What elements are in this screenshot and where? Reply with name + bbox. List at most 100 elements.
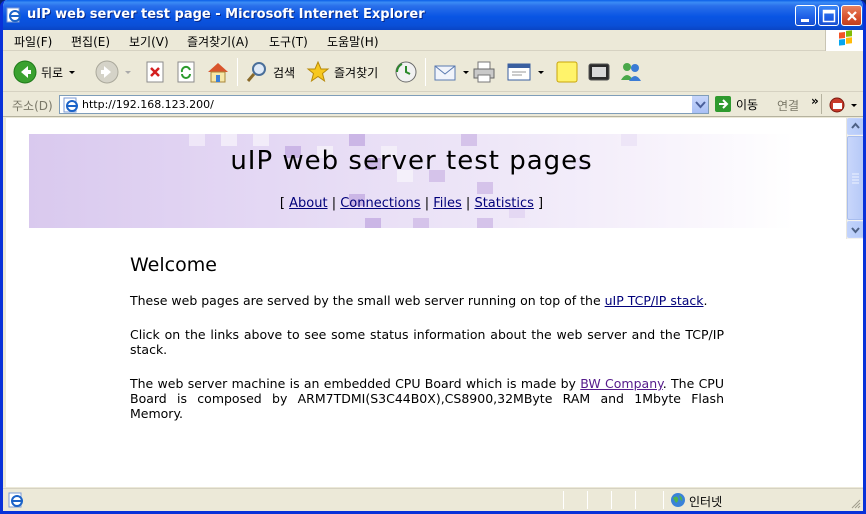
favorites-label: 즐겨찾기 (334, 65, 379, 80)
status-separator (563, 491, 564, 509)
menu-help[interactable]: 도움말(H) (327, 33, 379, 50)
mail-button[interactable] (433, 58, 469, 86)
mail-dropdown-icon[interactable] (463, 70, 469, 74)
menu-edit[interactable]: 편집(E) (71, 33, 110, 50)
print-button[interactable] (472, 58, 496, 86)
stop-button[interactable] (144, 58, 166, 86)
banner-pixel (461, 134, 477, 146)
title-bar[interactable]: uIP web server test page - Microsoft Int… (3, 0, 863, 30)
resize-grip-icon[interactable] (849, 497, 861, 509)
go-arrow-icon (715, 96, 731, 112)
ie-icon (6, 7, 21, 23)
address-url[interactable]: http://192.168.123.200/ (82, 98, 214, 111)
nav-separator: | (331, 196, 337, 211)
nav-bracket-close: ] (538, 196, 544, 211)
grip-icon (852, 173, 859, 184)
toolbar-separator (237, 58, 238, 86)
status-separator (663, 491, 664, 509)
chevron-up-icon (851, 122, 860, 129)
minimize-button[interactable] (795, 5, 816, 26)
window-title: uIP web server test page - Microsoft Int… (27, 7, 425, 22)
paragraph-board-info: The web server machine is an embedded CP… (130, 376, 724, 421)
scrollbar-gap (846, 239, 863, 487)
forward-button[interactable] (95, 58, 131, 86)
banner-pixel (477, 182, 493, 194)
banner-pixel (621, 134, 637, 146)
media-button[interactable] (587, 58, 611, 86)
address-label: 주소(D) (12, 99, 53, 113)
ie-page-icon (63, 97, 78, 113)
nav-link-connections[interactable]: Connections (340, 196, 420, 211)
scroll-up-button[interactable] (847, 118, 863, 135)
chevron-right-icon[interactable]: » (811, 94, 819, 108)
back-label: 뒤로 (41, 65, 64, 80)
refresh-icon (177, 61, 195, 83)
banner-pixel (365, 218, 381, 228)
note-icon (556, 61, 578, 83)
banner-pixel (253, 134, 269, 146)
favorites-button[interactable]: 즐겨찾기 (306, 58, 378, 86)
discuss-button[interactable] (555, 58, 579, 86)
status-separator (611, 491, 612, 509)
status-bar: 인터넷 (3, 488, 863, 511)
banner-pixel (221, 134, 237, 146)
home-icon (208, 63, 228, 83)
banner-pixel (413, 218, 429, 228)
scroll-thumb[interactable] (847, 136, 863, 220)
vertical-scrollbar[interactable] (846, 118, 863, 239)
minimize-icon (801, 19, 809, 22)
back-button[interactable]: 뒤로 (13, 58, 76, 86)
go-label: 이동 (736, 97, 759, 112)
edit-button[interactable] (506, 58, 544, 86)
status-separator (587, 491, 588, 509)
banner-pixel (349, 134, 365, 146)
nav-link-files[interactable]: Files (433, 196, 462, 211)
address-input[interactable]: http://192.168.123.200/ (59, 95, 709, 114)
go-button[interactable]: 이동 (714, 95, 758, 113)
search-button[interactable]: 검색 (245, 58, 295, 86)
banner-title: uIP web server test pages (230, 146, 593, 176)
refresh-button[interactable] (175, 58, 197, 86)
menu-file[interactable]: 파일(F) (14, 33, 52, 50)
maximize-button[interactable] (818, 5, 839, 26)
history-button[interactable] (394, 58, 418, 86)
close-button[interactable] (841, 5, 862, 26)
paragraph-links-info: Click on the links above to see some sta… (130, 327, 724, 357)
toolbar-addon-icon[interactable] (829, 96, 859, 114)
scroll-down-button[interactable] (847, 221, 863, 238)
standard-toolbar: 뒤로 검색 즐겨찾기 (3, 52, 863, 92)
menu-view[interactable]: 보기(V) (129, 33, 169, 50)
edit-page-icon (507, 63, 531, 81)
nav-links: [ About | Connections | Files | Statisti… (29, 196, 794, 211)
uip-stack-link[interactable]: uIP TCP/IP stack (605, 293, 704, 308)
menu-tools[interactable]: 도구(T) (269, 33, 308, 50)
address-bar: 주소(D) http://192.168.123.200/ 이동 연결 » (3, 93, 863, 117)
page-done-icon (8, 492, 23, 508)
chevron-down-icon (695, 101, 706, 109)
address-dropdown-button[interactable] (691, 96, 708, 113)
media-icon (588, 63, 610, 81)
messenger-button[interactable] (619, 58, 643, 86)
forward-arrow-icon (95, 60, 119, 84)
mail-icon (434, 65, 456, 81)
paragraph-text: . (703, 293, 708, 308)
home-button[interactable] (205, 58, 231, 86)
nav-link-statistics[interactable]: Statistics (474, 196, 533, 211)
bw-company-link[interactable]: BW Company (580, 376, 662, 391)
chevron-down-icon (851, 227, 860, 234)
stop-icon (146, 61, 164, 83)
forward-dropdown-icon[interactable] (125, 70, 131, 74)
page-content: Welcome These web pages are served by th… (130, 256, 724, 440)
back-dropdown-icon[interactable] (69, 70, 76, 74)
back-arrow-icon (13, 60, 37, 84)
favorites-star-icon (306, 60, 330, 83)
edit-dropdown-icon[interactable] (538, 70, 544, 74)
links-label[interactable]: 연결 (777, 97, 799, 114)
banner: uIP web server test pages [ About | Conn… (29, 134, 794, 228)
page-viewport[interactable]: uIP web server test pages [ About | Conn… (6, 118, 846, 487)
menu-favorites[interactable]: 즐겨찾기(A) (187, 33, 249, 50)
nav-link-about[interactable]: About (289, 196, 327, 211)
messenger-icon (621, 63, 641, 81)
security-zone-label: 인터넷 (689, 495, 723, 509)
search-label: 검색 (273, 65, 296, 80)
